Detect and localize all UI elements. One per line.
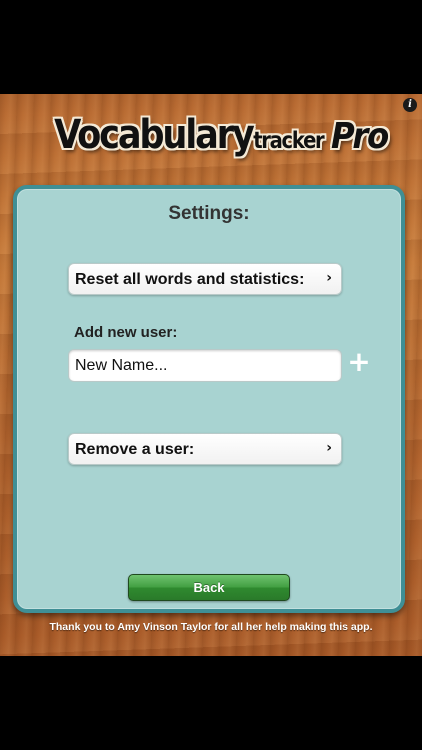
info-icon[interactable]: i [403, 98, 417, 112]
thanks-text: Thank you to Amy Vinson Taylor for all h… [49, 621, 373, 633]
reset-statistics-label: Reset all words and statistics: [75, 271, 305, 288]
new-name-input[interactable] [68, 349, 342, 382]
logo-word-pro: Pro [331, 116, 389, 157]
settings-panel: Settings: Reset all words and statistics… [13, 185, 405, 613]
remove-user-button[interactable]: Remove a user: › [68, 433, 342, 465]
chevron-right-icon: › [326, 270, 332, 286]
logo-word-tracker: tracker [253, 128, 325, 154]
remove-user-label: Remove a user: [75, 441, 195, 458]
chevron-right-icon: › [326, 440, 332, 456]
logo-word-vocabulary: Vocabulary [54, 112, 255, 158]
reset-statistics-button[interactable]: Reset all words and statistics: › [68, 263, 342, 295]
app-logo: Vocabularytracker Pro [0, 112, 422, 174]
settings-title: Settings: [168, 203, 250, 224]
add-user-label: Add new user: [74, 324, 178, 341]
plus-icon[interactable]: + [347, 347, 371, 377]
back-button[interactable]: Back [128, 574, 290, 601]
